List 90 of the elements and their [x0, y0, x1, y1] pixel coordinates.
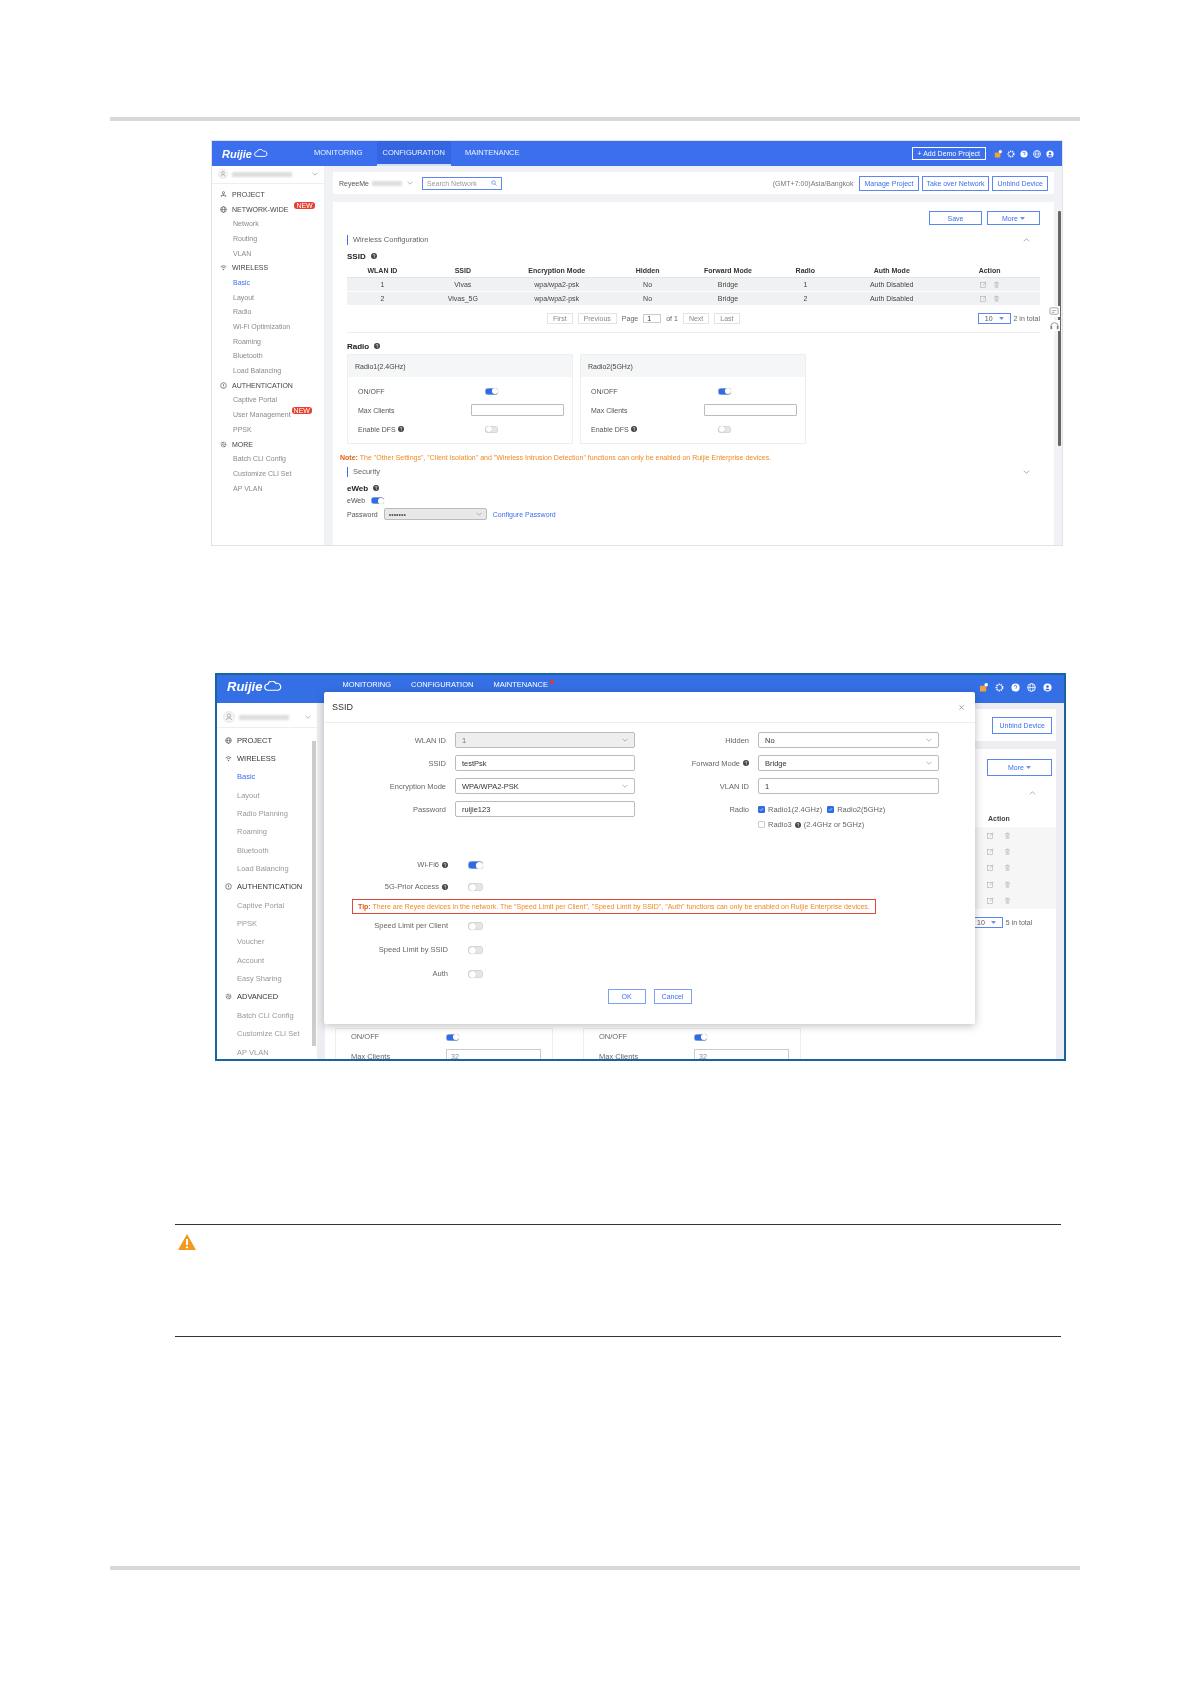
- globe-icon[interactable]: [1033, 149, 1041, 158]
- trash-icon[interactable]: [992, 281, 1000, 288]
- settings-icon[interactable]: [1007, 149, 1015, 158]
- edit-icon[interactable]: [987, 880, 994, 888]
- edit-icon[interactable]: [987, 864, 994, 872]
- close-icon[interactable]: [958, 703, 965, 711]
- help-icon[interactable]: [743, 760, 749, 766]
- user-avatar-icon[interactable]: [218, 169, 228, 179]
- chevron-down-icon[interactable]: [475, 512, 482, 516]
- brand-logo-text: Ruijie: [222, 147, 252, 160]
- user-icon[interactable]: [1043, 683, 1052, 692]
- toggle-switch[interactable]: [468, 922, 483, 931]
- headset-icon[interactable]: [1049, 320, 1060, 331]
- gear-icon: [220, 440, 227, 448]
- ssid-heading: SSID: [347, 251, 366, 261]
- toggle-switch[interactable]: [718, 387, 731, 395]
- globe-icon: [220, 205, 227, 213]
- edit-icon[interactable]: [987, 831, 994, 839]
- help-icon[interactable]: [442, 883, 448, 890]
- info-circle-icon: [220, 381, 227, 389]
- checkbox[interactable]: [758, 806, 765, 813]
- toggle-switch[interactable]: [371, 497, 385, 504]
- max-clients-input[interactable]: [704, 404, 797, 416]
- wifi-icon: [220, 264, 227, 272]
- globe-icon[interactable]: [1027, 683, 1036, 692]
- max-clients-input[interactable]: [471, 404, 564, 416]
- caret-down-icon: [1025, 766, 1031, 769]
- cloud-icon: [253, 149, 268, 158]
- radio-heading: Radio: [347, 341, 370, 351]
- checkbox[interactable]: [827, 806, 835, 813]
- help-icon[interactable]: [442, 861, 448, 868]
- trash-icon[interactable]: [1004, 880, 1011, 888]
- trash-icon[interactable]: [1004, 831, 1011, 839]
- settings-icon[interactable]: [995, 683, 1004, 692]
- toggle-switch[interactable]: [485, 425, 498, 433]
- toggle-switch[interactable]: [468, 883, 483, 892]
- edit-icon[interactable]: [979, 281, 987, 288]
- toggle-switch[interactable]: [468, 970, 483, 979]
- help-icon[interactable]: [1011, 683, 1020, 692]
- cloud-icon: [264, 681, 283, 692]
- toggle-switch[interactable]: [468, 861, 483, 869]
- help-icon[interactable]: [373, 485, 380, 491]
- help-icon[interactable]: [1020, 149, 1028, 158]
- wifi-icon: [225, 755, 232, 762]
- globe-icon: [225, 736, 232, 744]
- trash-icon[interactable]: [1004, 848, 1011, 856]
- redacted-bar: [232, 171, 292, 177]
- chat-icon[interactable]: [1049, 306, 1060, 317]
- gift-icon[interactable]: [979, 683, 988, 692]
- trash-icon[interactable]: [992, 295, 1000, 302]
- chevron-down-icon[interactable]: [622, 784, 628, 788]
- sitemap-icon: [220, 190, 227, 198]
- chevron-down-icon[interactable]: [926, 761, 932, 765]
- gear-icon: [225, 993, 232, 1001]
- info-circle-icon: [225, 883, 232, 891]
- chevron-down-icon[interactable]: [406, 181, 413, 185]
- help-icon[interactable]: [374, 343, 381, 349]
- user-icon[interactable]: [1046, 149, 1054, 158]
- toggle-switch[interactable]: [718, 425, 731, 433]
- chevron-down-icon[interactable]: [1023, 470, 1030, 474]
- chevron-down-icon[interactable]: [305, 715, 311, 719]
- trash-icon[interactable]: [1004, 897, 1011, 905]
- help-icon[interactable]: [630, 426, 637, 432]
- caret-down-icon: [998, 316, 1004, 320]
- chevron-up-icon[interactable]: [1029, 791, 1036, 795]
- toggle-switch[interactable]: [694, 1033, 707, 1041]
- help-icon[interactable]: [397, 426, 404, 432]
- caret-down-icon: [990, 920, 996, 924]
- help-icon[interactable]: [370, 253, 377, 259]
- redacted-bar: [239, 714, 289, 720]
- toggle-switch[interactable]: [446, 1033, 459, 1041]
- chevron-down-icon[interactable]: [312, 172, 318, 176]
- eweb-heading: eWeb: [347, 483, 369, 493]
- user-avatar-icon[interactable]: [223, 711, 235, 723]
- chevron-up-icon[interactable]: [1023, 238, 1030, 242]
- brand-logo-text: Ruijie: [227, 679, 263, 694]
- toggle-switch[interactable]: [485, 387, 498, 395]
- edit-icon[interactable]: [987, 848, 994, 856]
- search-icon: [490, 180, 497, 186]
- warning-icon: [177, 1233, 197, 1251]
- toggle-switch[interactable]: [468, 946, 483, 955]
- help-icon[interactable]: [794, 821, 801, 828]
- chevron-down-icon[interactable]: [926, 738, 932, 742]
- edit-icon[interactable]: [987, 897, 994, 905]
- edit-icon[interactable]: [979, 295, 987, 302]
- trash-icon[interactable]: [1004, 864, 1011, 872]
- redacted-bar: [371, 180, 402, 186]
- dialog-title: SSID: [332, 702, 353, 712]
- caret-down-icon: [1019, 216, 1025, 220]
- gift-icon[interactable]: [994, 149, 1002, 158]
